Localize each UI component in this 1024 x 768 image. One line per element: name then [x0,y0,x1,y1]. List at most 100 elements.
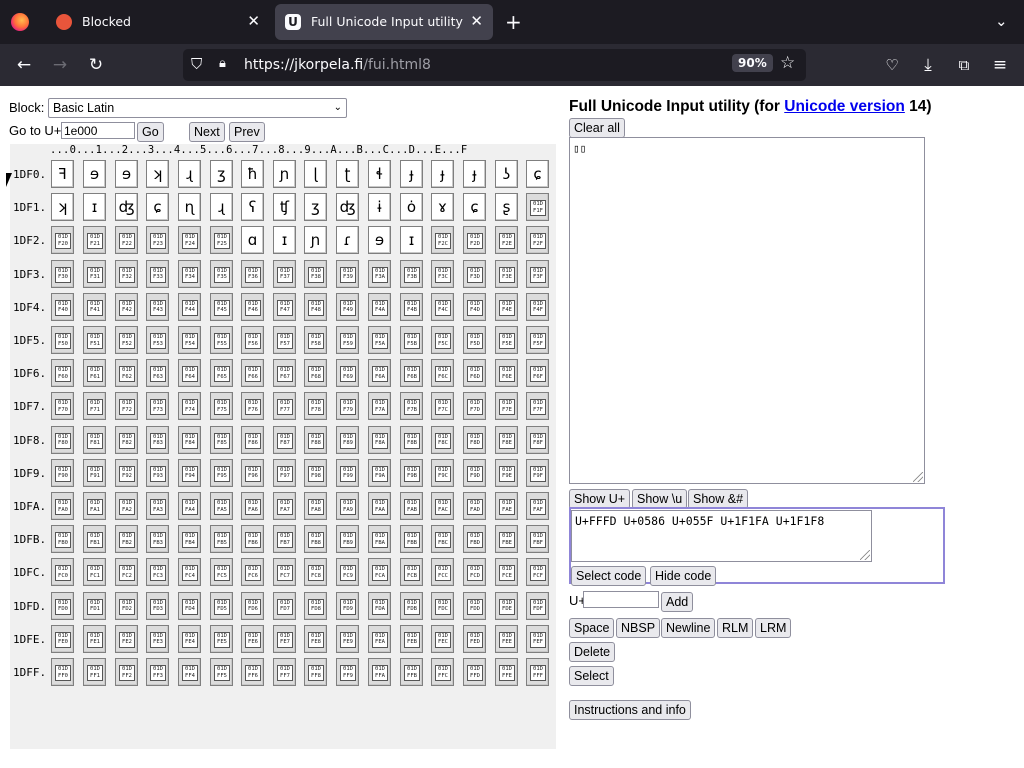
code-textarea[interactable]: U+FFFD U+0586 U+055F U+1F1FA U+1F1F8 [571,510,872,562]
char-cell[interactable]: 01D FD9 [336,591,359,620]
char-cell[interactable]: 01D FA2 [115,492,138,520]
char-cell[interactable]: 01D FF8 [304,658,327,686]
char-cell[interactable]: 01D FDD [463,591,486,620]
char-cell[interactable]: 01D FE4 [178,624,201,653]
char-cell[interactable]: 01D F90 [51,458,74,487]
char-cell[interactable]: 01D FC4 [178,558,201,587]
char-cell[interactable]: ɭ [304,160,327,188]
delete-button[interactable]: Delete [569,642,616,662]
char-cell[interactable]: 01D F49 [336,292,359,321]
char-cell[interactable]: 01D F34 [178,259,201,288]
char-cell[interactable]: 01D FDB [400,591,423,620]
char-cell[interactable]: 01D FFC [431,658,454,686]
firefox-logo-icon[interactable] [11,13,29,31]
char-cell[interactable]: 01D FB0 [51,525,74,554]
char-cell[interactable]: ɤ [431,193,454,222]
char-cell[interactable]: 01D F31 [83,259,106,288]
char-cell[interactable]: 01D FB9 [336,525,359,554]
char-cell[interactable]: 01D F7F [526,392,549,421]
char-cell[interactable]: 01D FC5 [210,558,233,587]
char-cell[interactable]: 01D F4F [526,292,549,321]
char-cell[interactable]: 01D F81 [83,425,106,454]
char-cell[interactable]: 01D FD0 [51,591,74,620]
char-cell[interactable]: ɕ [146,193,169,222]
char-cell[interactable]: 01D F46 [241,292,264,321]
bookmark-star-icon[interactable]: ☆ [780,53,795,73]
char-cell[interactable]: 01D FE6 [241,624,264,653]
char-cell[interactable]: 01D FF7 [273,658,296,686]
tracking-shield-icon[interactable]: ⛉ [191,55,202,73]
char-cell[interactable]: ɕ [463,193,486,222]
char-cell[interactable]: ʞ [146,160,169,188]
char-cell[interactable]: ɨ [368,193,391,222]
char-cell[interactable]: 01D F65 [210,359,233,388]
char-cell[interactable]: 01D FD1 [83,591,106,620]
char-cell[interactable]: 01D F59 [336,326,359,354]
char-cell[interactable]: 01D F68 [304,359,327,388]
char-cell[interactable]: ɳ [178,193,201,222]
char-cell[interactable]: 01D F9D [463,458,486,487]
list-tabs-chevron-icon[interactable]: ⌄ [995,12,1008,30]
go-button[interactable]: Go [137,122,164,142]
char-cell[interactable]: 01D F39 [336,259,359,288]
select-code-button[interactable]: Select code [571,566,647,586]
char-cell[interactable]: 01D FFB [400,658,423,686]
char-cell[interactable]: 01D FE8 [304,624,327,653]
char-cell[interactable]: 01D FDE [495,591,518,620]
char-cell[interactable]: 01D F3A [368,259,391,288]
char-cell[interactable]: 01D F64 [178,359,201,388]
char-cell[interactable]: 01D FCB [400,558,423,587]
output-textarea[interactable]: ▯▯ [569,137,925,484]
char-cell[interactable]: 01D F4D [463,292,486,321]
char-cell[interactable]: ɕ [526,160,549,188]
char-cell[interactable]: 01D FAA [368,492,391,520]
char-cell[interactable]: 01D F24 [178,226,201,255]
char-cell[interactable]: 01D F56 [241,326,264,354]
char-cell[interactable]: 01D F25 [210,226,233,255]
char-cell[interactable]: 01D F5E [495,326,518,354]
char-cell[interactable]: ʂ [495,193,518,222]
char-cell[interactable]: 01D F8A [368,425,391,454]
char-cell[interactable]: 01D F83 [146,425,169,454]
char-cell[interactable]: 01D F30 [51,259,74,288]
char-cell[interactable]: 01D FC2 [115,558,138,587]
char-cell[interactable]: 01D FC0 [51,558,74,587]
char-cell[interactable]: 01D FF2 [115,658,138,686]
char-cell[interactable]: 01D FAC [431,492,454,520]
char-cell[interactable]: 01D F95 [210,458,233,487]
char-cell[interactable]: 01D F4B [400,292,423,321]
show-uplus-button[interactable]: Show U+ [569,489,631,509]
char-cell[interactable]: 01D FBA [368,525,391,554]
char-cell[interactable]: 01D FD3 [146,591,169,620]
char-cell[interactable]: 01D FD5 [210,591,233,620]
char-cell[interactable]: 01D FB6 [241,525,264,554]
char-cell[interactable]: 01D FA0 [51,492,74,520]
char-cell[interactable]: 01D F60 [51,359,74,388]
char-cell[interactable]: 01D F73 [146,392,169,421]
downloads-icon[interactable]: ⤓ [916,53,940,77]
char-cell[interactable]: 01D F63 [146,359,169,388]
char-cell[interactable]: ɑ [241,226,264,255]
char-cell[interactable]: ʖ [495,160,518,188]
char-cell[interactable]: 01D FE3 [146,624,169,653]
back-arrow-icon[interactable]: ← [12,53,36,77]
char-cell[interactable]: 01D F80 [51,425,74,454]
char-cell[interactable]: 01D F7D [463,392,486,421]
char-cell[interactable]: 01D FFF [526,658,549,686]
char-cell[interactable]: 01D F22 [115,226,138,255]
instructions-button[interactable]: Instructions and info [569,700,691,720]
char-cell[interactable]: 01D F86 [241,425,264,454]
char-cell[interactable]: 01D F75 [210,392,233,421]
char-cell[interactable]: 01D FC8 [304,558,327,587]
char-cell[interactable]: 01D F62 [115,359,138,388]
char-cell[interactable]: 01D F78 [304,392,327,421]
char-cell[interactable]: 01D F6A [368,359,391,388]
char-cell[interactable]: 01D F61 [83,359,106,388]
char-cell[interactable]: 01D F5D [463,326,486,354]
char-cell[interactable]: ɻ [178,160,201,188]
prev-button[interactable]: Prev [229,122,265,142]
char-cell[interactable]: 01D F5F [526,326,549,354]
char-cell[interactable]: 01D F89 [336,425,359,454]
char-cell[interactable]: 01D FAD [463,492,486,520]
char-cell[interactable]: ȯ [400,193,423,222]
